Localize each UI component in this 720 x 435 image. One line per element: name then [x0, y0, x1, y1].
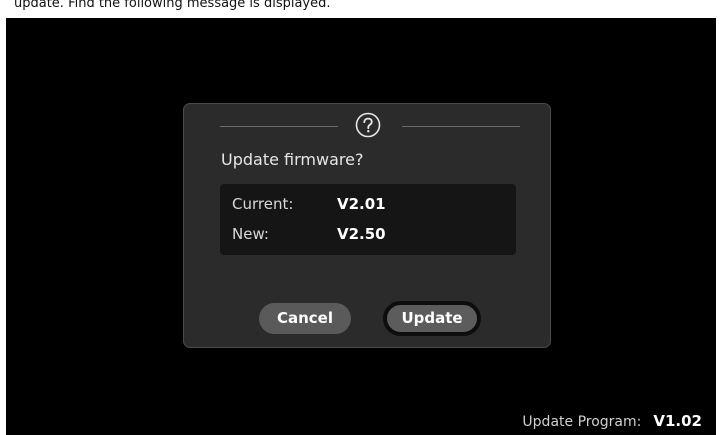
header-divider-left	[220, 126, 338, 127]
new-version-value: V2.50	[337, 225, 386, 243]
top-caption: update. Find the following message is di…	[14, 0, 331, 11]
update-program-label: Update Program:	[522, 414, 642, 430]
dialog-title: Update firmware?	[221, 150, 364, 169]
current-version-label: Current:	[232, 195, 294, 213]
header-divider-right	[402, 126, 520, 127]
version-info-box: Current: V2.01 New: V2.50	[220, 184, 516, 255]
update-program-version: Update Program: V1.02	[522, 412, 702, 431]
update-button[interactable]: Update	[383, 301, 481, 336]
current-version-value: V2.01	[337, 195, 386, 213]
cancel-button[interactable]: Cancel	[259, 303, 351, 334]
update-firmware-dialog: Update firmware? Current: V2.01 New: V2.…	[183, 103, 551, 348]
new-version-label: New:	[232, 225, 269, 243]
question-circle-icon	[355, 112, 381, 138]
device-screen: Update firmware? Current: V2.01 New: V2.…	[6, 18, 716, 435]
update-program-value: V1.02	[653, 412, 702, 430]
